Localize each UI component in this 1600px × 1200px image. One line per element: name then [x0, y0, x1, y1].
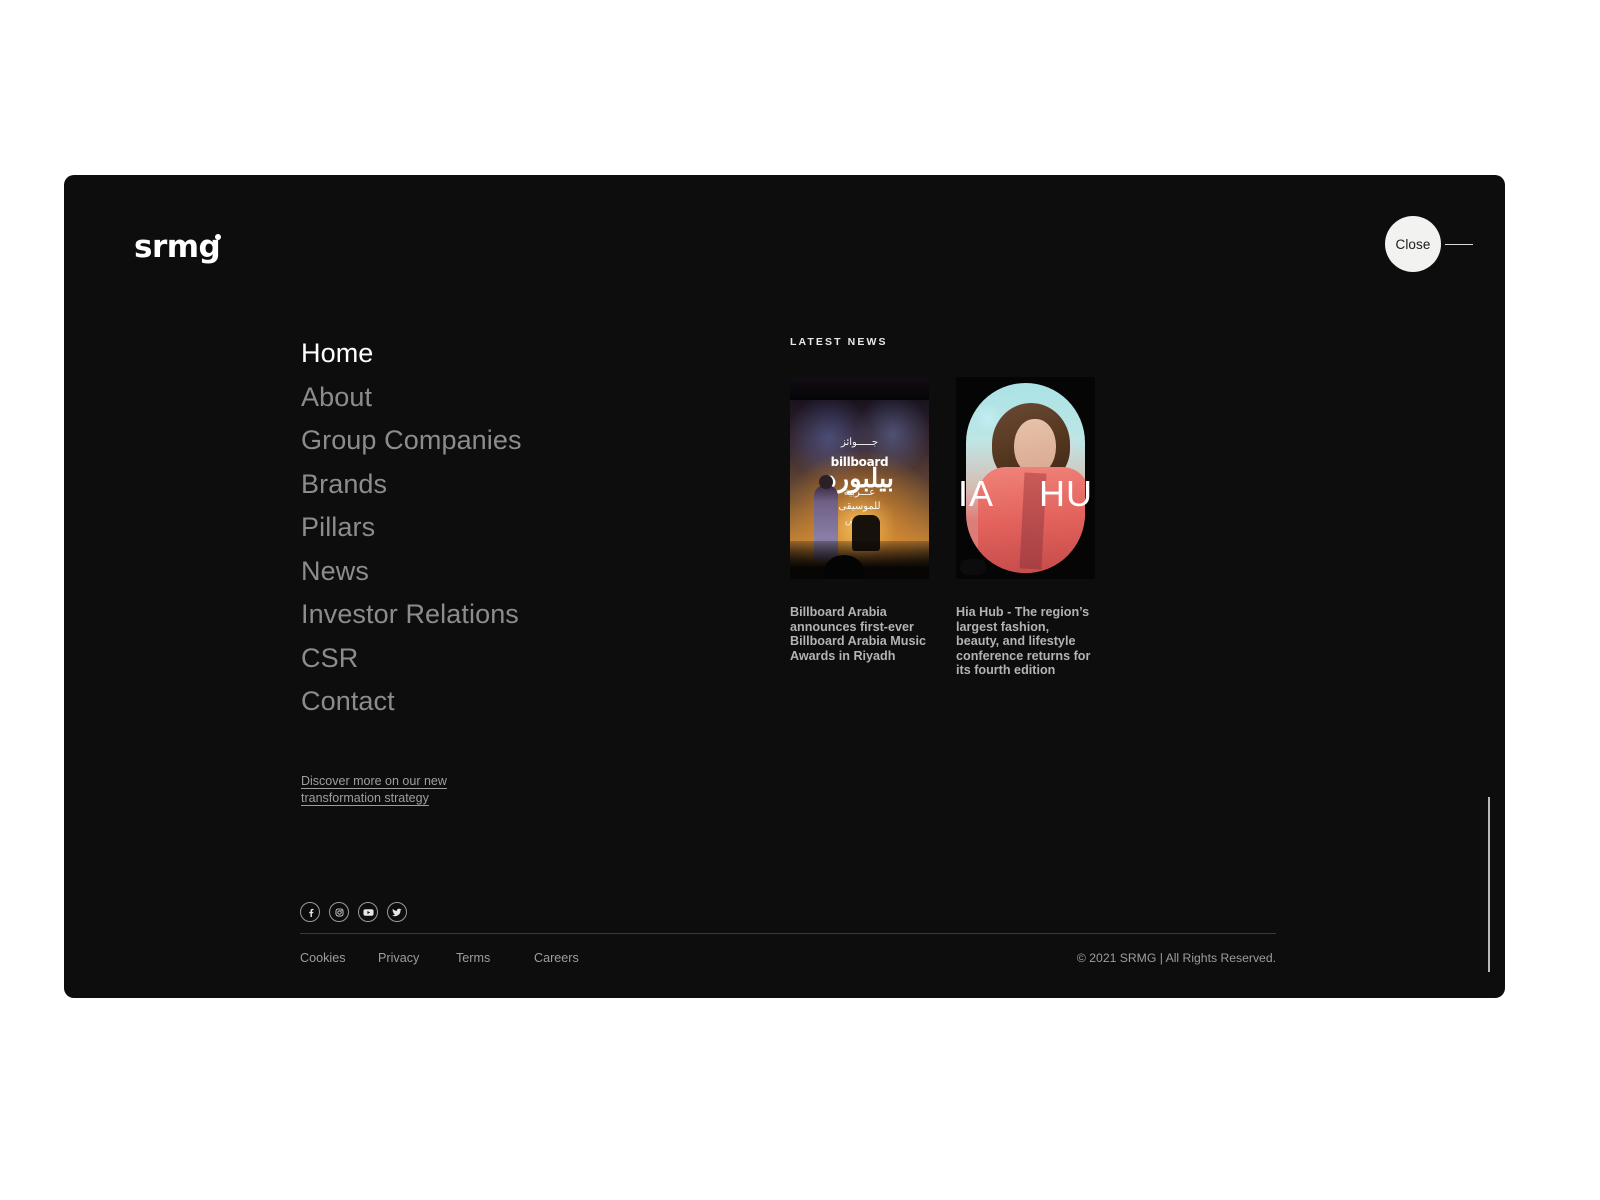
twitter-icon[interactable]	[387, 902, 407, 922]
footer-bar: Cookies Privacy Terms Careers © 2021 SRMG |…	[300, 951, 1276, 965]
instagram-icon[interactable]	[329, 902, 349, 922]
billboard-arabic-line-2: عـــربية	[843, 487, 876, 498]
copyright-text: © 2021 SRMG | All Rights Reserved.	[1076, 951, 1276, 965]
page-root: srmg Close Home About Group Companies Brand…	[0, 0, 1600, 1200]
news-card[interactable]: جـــــوائز billboard بيلبورد عـــربية لل…	[790, 377, 929, 678]
social-links	[300, 902, 407, 922]
news-card-title: Billboard Arabia announces first-ever Bi…	[790, 605, 926, 663]
footer-divider	[300, 933, 1276, 934]
stage-top-bar	[790, 377, 929, 400]
nav-item-about[interactable]: About	[301, 376, 522, 420]
latest-news-heading: LATEST NEWS	[790, 336, 888, 348]
image-corner-badge	[960, 559, 986, 575]
nav-item-news[interactable]: News	[301, 550, 522, 594]
footer-link-terms[interactable]: Terms	[456, 951, 534, 965]
footer-link-careers[interactable]: Careers	[534, 951, 612, 965]
main-navigation: Home About Group Companies Brands Pillars New…	[301, 332, 522, 724]
facebook-icon[interactable]	[300, 902, 320, 922]
latest-news-section: LATEST NEWS جـــــوائز billboard بيلبورد…	[790, 336, 1095, 678]
youtube-icon[interactable]	[358, 902, 378, 922]
nav-item-group-companies[interactable]: Group Companies	[301, 419, 522, 463]
footer-link-cookies[interactable]: Cookies	[300, 951, 378, 965]
news-card-title: Hia Hub - The region’s largest fashion, …	[956, 605, 1091, 678]
news-card[interactable]: IA HU Hia Hub - The region’s largest fas…	[956, 377, 1095, 678]
nav-item-pillars[interactable]: Pillars	[301, 506, 522, 550]
model-coat	[978, 467, 1085, 573]
billboard-arabic-line-1: جـــــوائز	[840, 437, 879, 448]
nav-item-contact[interactable]: Contact	[301, 680, 522, 724]
concert-stage-image: جـــــوائز billboard بيلبورد عـــربية لل…	[790, 377, 929, 579]
footer-link-privacy[interactable]: Privacy	[378, 951, 456, 965]
news-thumbnail-billboard[interactable]: جـــــوائز billboard بيلبورد عـــربية لل…	[790, 377, 929, 579]
overlay-content: Home About Group Companies Brands Pillars New…	[64, 175, 1505, 998]
nav-item-home[interactable]: Home	[301, 332, 522, 376]
news-card-list: جـــــوائز billboard بيلبورد عـــربية لل…	[790, 377, 1095, 678]
arch-frame-shape	[966, 383, 1085, 573]
hia-hub-image: IA HU	[956, 377, 1095, 579]
page-scrollbar[interactable]	[1488, 797, 1490, 972]
billboard-arabic-line-3: للموسيقى	[838, 501, 881, 512]
nav-item-csr[interactable]: CSR	[301, 637, 522, 681]
menu-overlay-panel: srmg Close Home About Group Companies Brand…	[64, 175, 1505, 998]
nav-item-brands[interactable]: Brands	[301, 463, 522, 507]
news-thumbnail-hiahub[interactable]: IA HU	[956, 377, 1095, 579]
footer-link-list: Cookies Privacy Terms Careers	[300, 951, 612, 965]
transformation-strategy-link[interactable]: Discover more on our new transformation …	[301, 773, 451, 807]
nav-item-investor-relations[interactable]: Investor Relations	[301, 593, 522, 637]
